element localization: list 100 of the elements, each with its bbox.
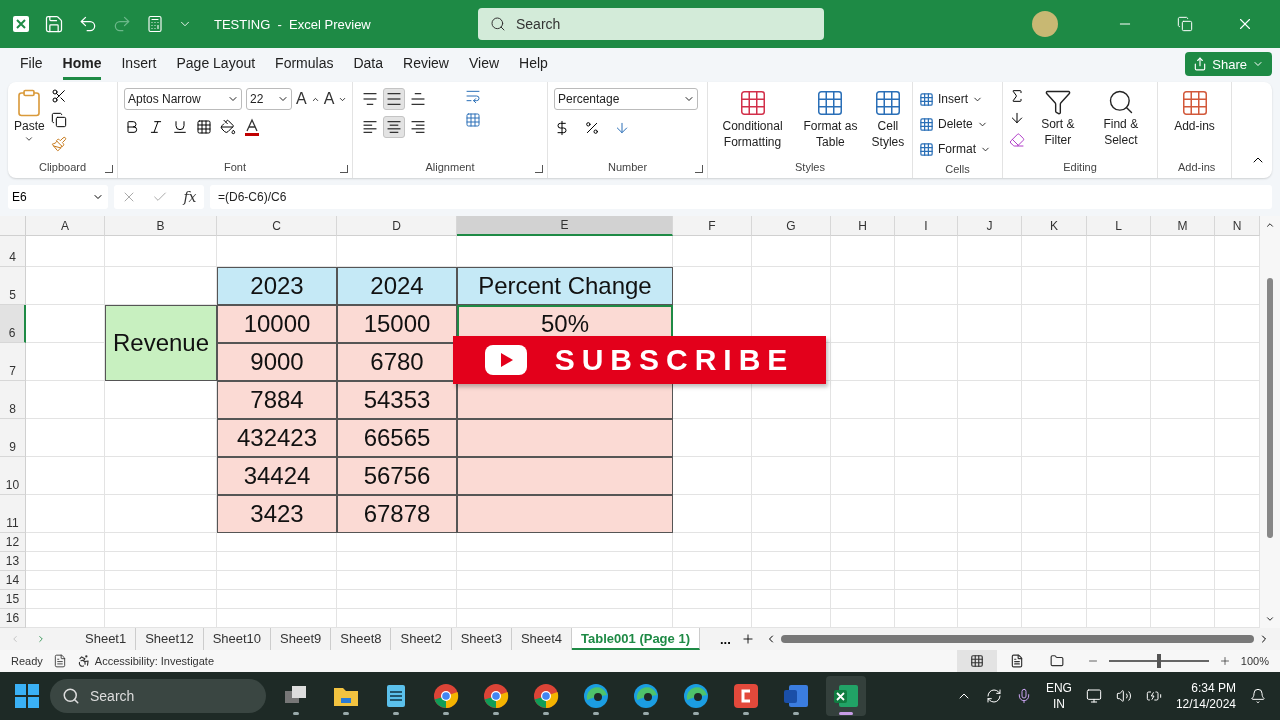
empty-cell[interactable]: [895, 590, 958, 609]
clear-icon[interactable]: [1009, 132, 1025, 148]
empty-cell[interactable]: [1087, 305, 1151, 343]
empty-cell[interactable]: [337, 552, 457, 571]
empty-cell[interactable]: [1151, 419, 1215, 457]
more-sheets-button[interactable]: ...: [719, 631, 731, 647]
menu-tab[interactable]: Page Layout: [176, 48, 256, 80]
empty-cell[interactable]: [831, 533, 895, 552]
empty-cell[interactable]: [1151, 457, 1215, 495]
menu-tab[interactable]: Review: [403, 48, 449, 80]
empty-cell[interactable]: [1022, 457, 1087, 495]
empty-cell[interactable]: [457, 571, 673, 590]
column-header[interactable]: H: [831, 216, 895, 236]
row-header[interactable]: 11: [0, 495, 26, 533]
row-header[interactable]: 9: [0, 419, 26, 457]
zoom-level[interactable]: 100%: [1240, 655, 1269, 667]
next-sheet-icon[interactable]: [36, 634, 46, 644]
empty-cell[interactable]: [1151, 267, 1215, 305]
scroll-down-icon[interactable]: [1265, 614, 1275, 624]
empty-cell[interactable]: [1087, 533, 1151, 552]
empty-cell[interactable]: [831, 552, 895, 571]
accessibility-status[interactable]: Accessibility: Investigate: [94, 655, 214, 667]
empty-cell[interactable]: [895, 381, 958, 419]
shrink-font-button[interactable]: A: [323, 90, 335, 108]
empty-cell[interactable]: [1087, 590, 1151, 609]
taskbar-button[interactable]: [826, 676, 866, 716]
empty-cell[interactable]: [958, 343, 1022, 381]
copy-icon[interactable]: [50, 112, 67, 128]
empty-cell[interactable]: [105, 533, 217, 552]
empty-cell[interactable]: [673, 571, 752, 590]
battery-icon[interactable]: [1145, 688, 1162, 704]
empty-cell[interactable]: [217, 552, 337, 571]
empty-cell[interactable]: [105, 236, 217, 267]
empty-cell[interactable]: [1151, 590, 1215, 609]
scrollbar-thumb[interactable]: [780, 635, 1254, 643]
cut-icon[interactable]: [50, 88, 67, 104]
add-ins-button[interactable]: Add-ins: [1174, 88, 1215, 158]
empty-cell[interactable]: [1022, 533, 1087, 552]
empty-cell[interactable]: [831, 590, 895, 609]
column-header[interactable]: M: [1151, 216, 1215, 236]
cells-command[interactable]: Format: [919, 138, 991, 160]
scrollbar-thumb[interactable]: [1267, 278, 1273, 538]
empty-cell[interactable]: [895, 457, 958, 495]
empty-cell[interactable]: [895, 495, 958, 533]
cells-command[interactable]: Insert: [919, 88, 983, 110]
autosum-icon[interactable]: [1009, 88, 1025, 104]
dialog-launcher-icon[interactable]: [535, 165, 543, 173]
menu-tab[interactable]: Insert: [121, 48, 157, 80]
column-header[interactable]: A: [26, 216, 105, 236]
empty-cell[interactable]: [457, 590, 673, 609]
empty-cell[interactable]: [105, 552, 217, 571]
empty-cell[interactable]: [337, 571, 457, 590]
empty-cell[interactable]: [958, 457, 1022, 495]
empty-cell[interactable]: [457, 552, 673, 571]
formula-field[interactable]: =(D6-C6)/C6: [210, 185, 1272, 209]
merge-icon[interactable]: [465, 112, 481, 128]
empty-cell[interactable]: [673, 236, 752, 267]
empty-cell[interactable]: [673, 590, 752, 609]
styles-button[interactable]: Format as Table: [803, 88, 858, 158]
scroll-up-icon[interactable]: [1265, 220, 1275, 230]
row-header[interactable]: 6: [0, 305, 26, 343]
row-header[interactable]: 5: [0, 267, 26, 305]
function-button[interactable]: fx: [183, 189, 197, 205]
sync-icon[interactable]: [985, 688, 1002, 704]
italic-icon[interactable]: [148, 119, 164, 135]
currency-icon[interactable]: [554, 120, 570, 136]
macro-icon[interactable]: [52, 654, 67, 668]
fill-color-icon[interactable]: [220, 119, 236, 135]
row-header[interactable]: 14: [0, 571, 26, 590]
empty-cell[interactable]: [752, 495, 831, 533]
dialog-launcher-icon[interactable]: [340, 165, 348, 173]
empty-cell[interactable]: [895, 305, 958, 343]
empty-cell[interactable]: [1151, 571, 1215, 590]
menu-tab[interactable]: File: [20, 48, 43, 80]
bold-icon[interactable]: [124, 119, 140, 135]
add-sheet-icon[interactable]: [740, 632, 755, 646]
column-header[interactable]: F: [673, 216, 752, 236]
underline-icon[interactable]: [172, 119, 188, 135]
view-button[interactable]: [956, 650, 997, 672]
empty-cell[interactable]: [895, 236, 958, 267]
format-painter-icon[interactable]: [50, 136, 67, 152]
empty-cell[interactable]: [1151, 305, 1215, 343]
empty-cell[interactable]: [1087, 419, 1151, 457]
empty-cell[interactable]: [831, 571, 895, 590]
empty-cell[interactable]: [895, 343, 958, 381]
previous-sheet-icon[interactable]: [10, 634, 20, 644]
zoom-in-icon[interactable]: [1218, 655, 1231, 667]
avatar[interactable]: [1032, 11, 1058, 37]
font-color-icon[interactable]: [244, 118, 260, 136]
align-button[interactable]: [383, 116, 405, 138]
empty-cell[interactable]: [1022, 419, 1087, 457]
empty-cell[interactable]: [831, 495, 895, 533]
row-header[interactable]: 10: [0, 457, 26, 495]
empty-cell[interactable]: [1022, 305, 1087, 343]
empty-cell[interactable]: [1151, 343, 1215, 381]
empty-cell[interactable]: [1151, 533, 1215, 552]
column-header[interactable]: L: [1087, 216, 1151, 236]
empty-cell[interactable]: [752, 236, 831, 267]
empty-cell[interactable]: [1022, 495, 1087, 533]
column-header[interactable]: N: [1215, 216, 1260, 236]
